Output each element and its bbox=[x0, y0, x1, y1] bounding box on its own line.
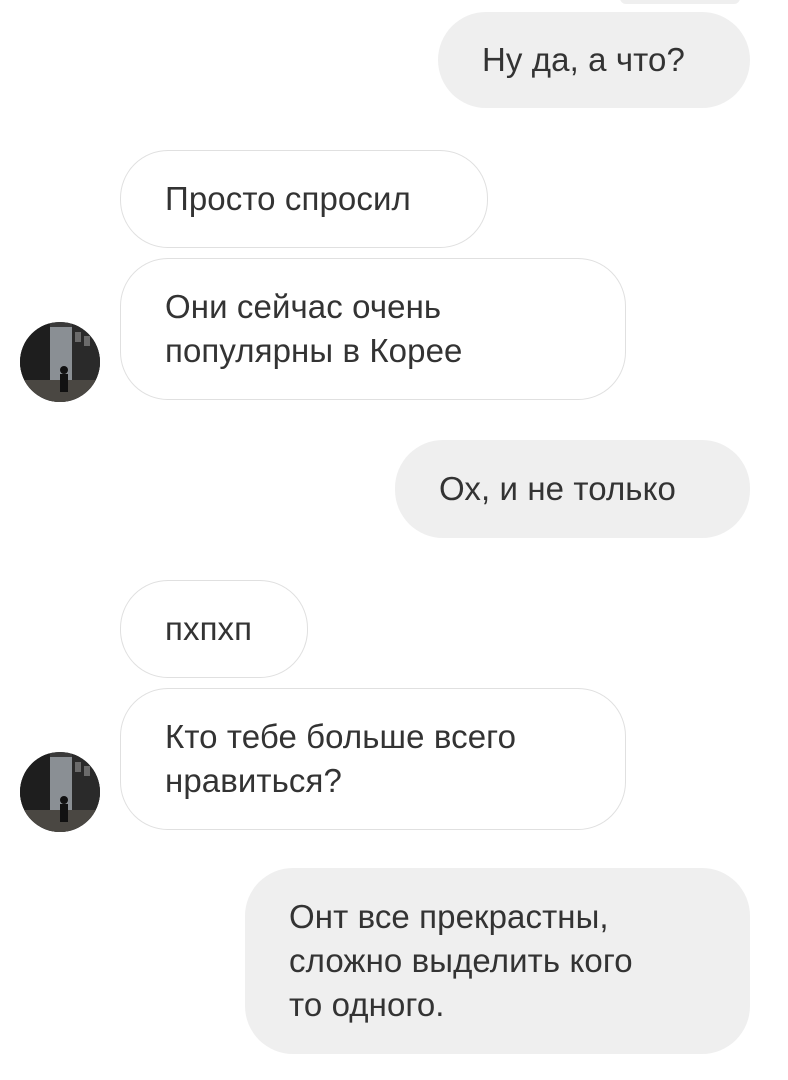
message-text: Ох, и не только bbox=[439, 470, 676, 507]
message-incoming[interactable]: Просто спросил bbox=[120, 150, 488, 248]
avatar-photo-icon bbox=[20, 322, 100, 402]
previous-message-edge bbox=[620, 0, 740, 4]
message-incoming[interactable]: Кто тебе больше всего нравиться? bbox=[120, 688, 626, 830]
message-text: Кто тебе больше всего нравиться? bbox=[165, 718, 517, 799]
chat-thread: Ну да, а что? Просто спросил Они сейчас … bbox=[0, 0, 788, 1080]
message-outgoing[interactable]: Онт все прекрастны, сложно выделить кого… bbox=[245, 868, 750, 1054]
message-text: Просто спросил bbox=[165, 180, 411, 217]
message-text: Ну да, а что? bbox=[482, 41, 685, 78]
message-incoming[interactable]: Они сейчас очень популярны в Корее bbox=[120, 258, 626, 400]
message-incoming[interactable]: пхпхп bbox=[120, 580, 308, 678]
avatar[interactable] bbox=[20, 322, 100, 402]
message-text: Они сейчас очень популярны в Корее bbox=[165, 288, 463, 369]
avatar[interactable] bbox=[20, 752, 100, 832]
message-text: Онт все прекрастны, сложно выделить кого… bbox=[289, 898, 633, 1023]
message-outgoing[interactable]: Ну да, а что? bbox=[438, 12, 750, 108]
message-outgoing[interactable]: Ох, и не только bbox=[395, 440, 750, 538]
avatar-photo-icon bbox=[20, 752, 100, 832]
message-text: пхпхп bbox=[165, 610, 253, 647]
